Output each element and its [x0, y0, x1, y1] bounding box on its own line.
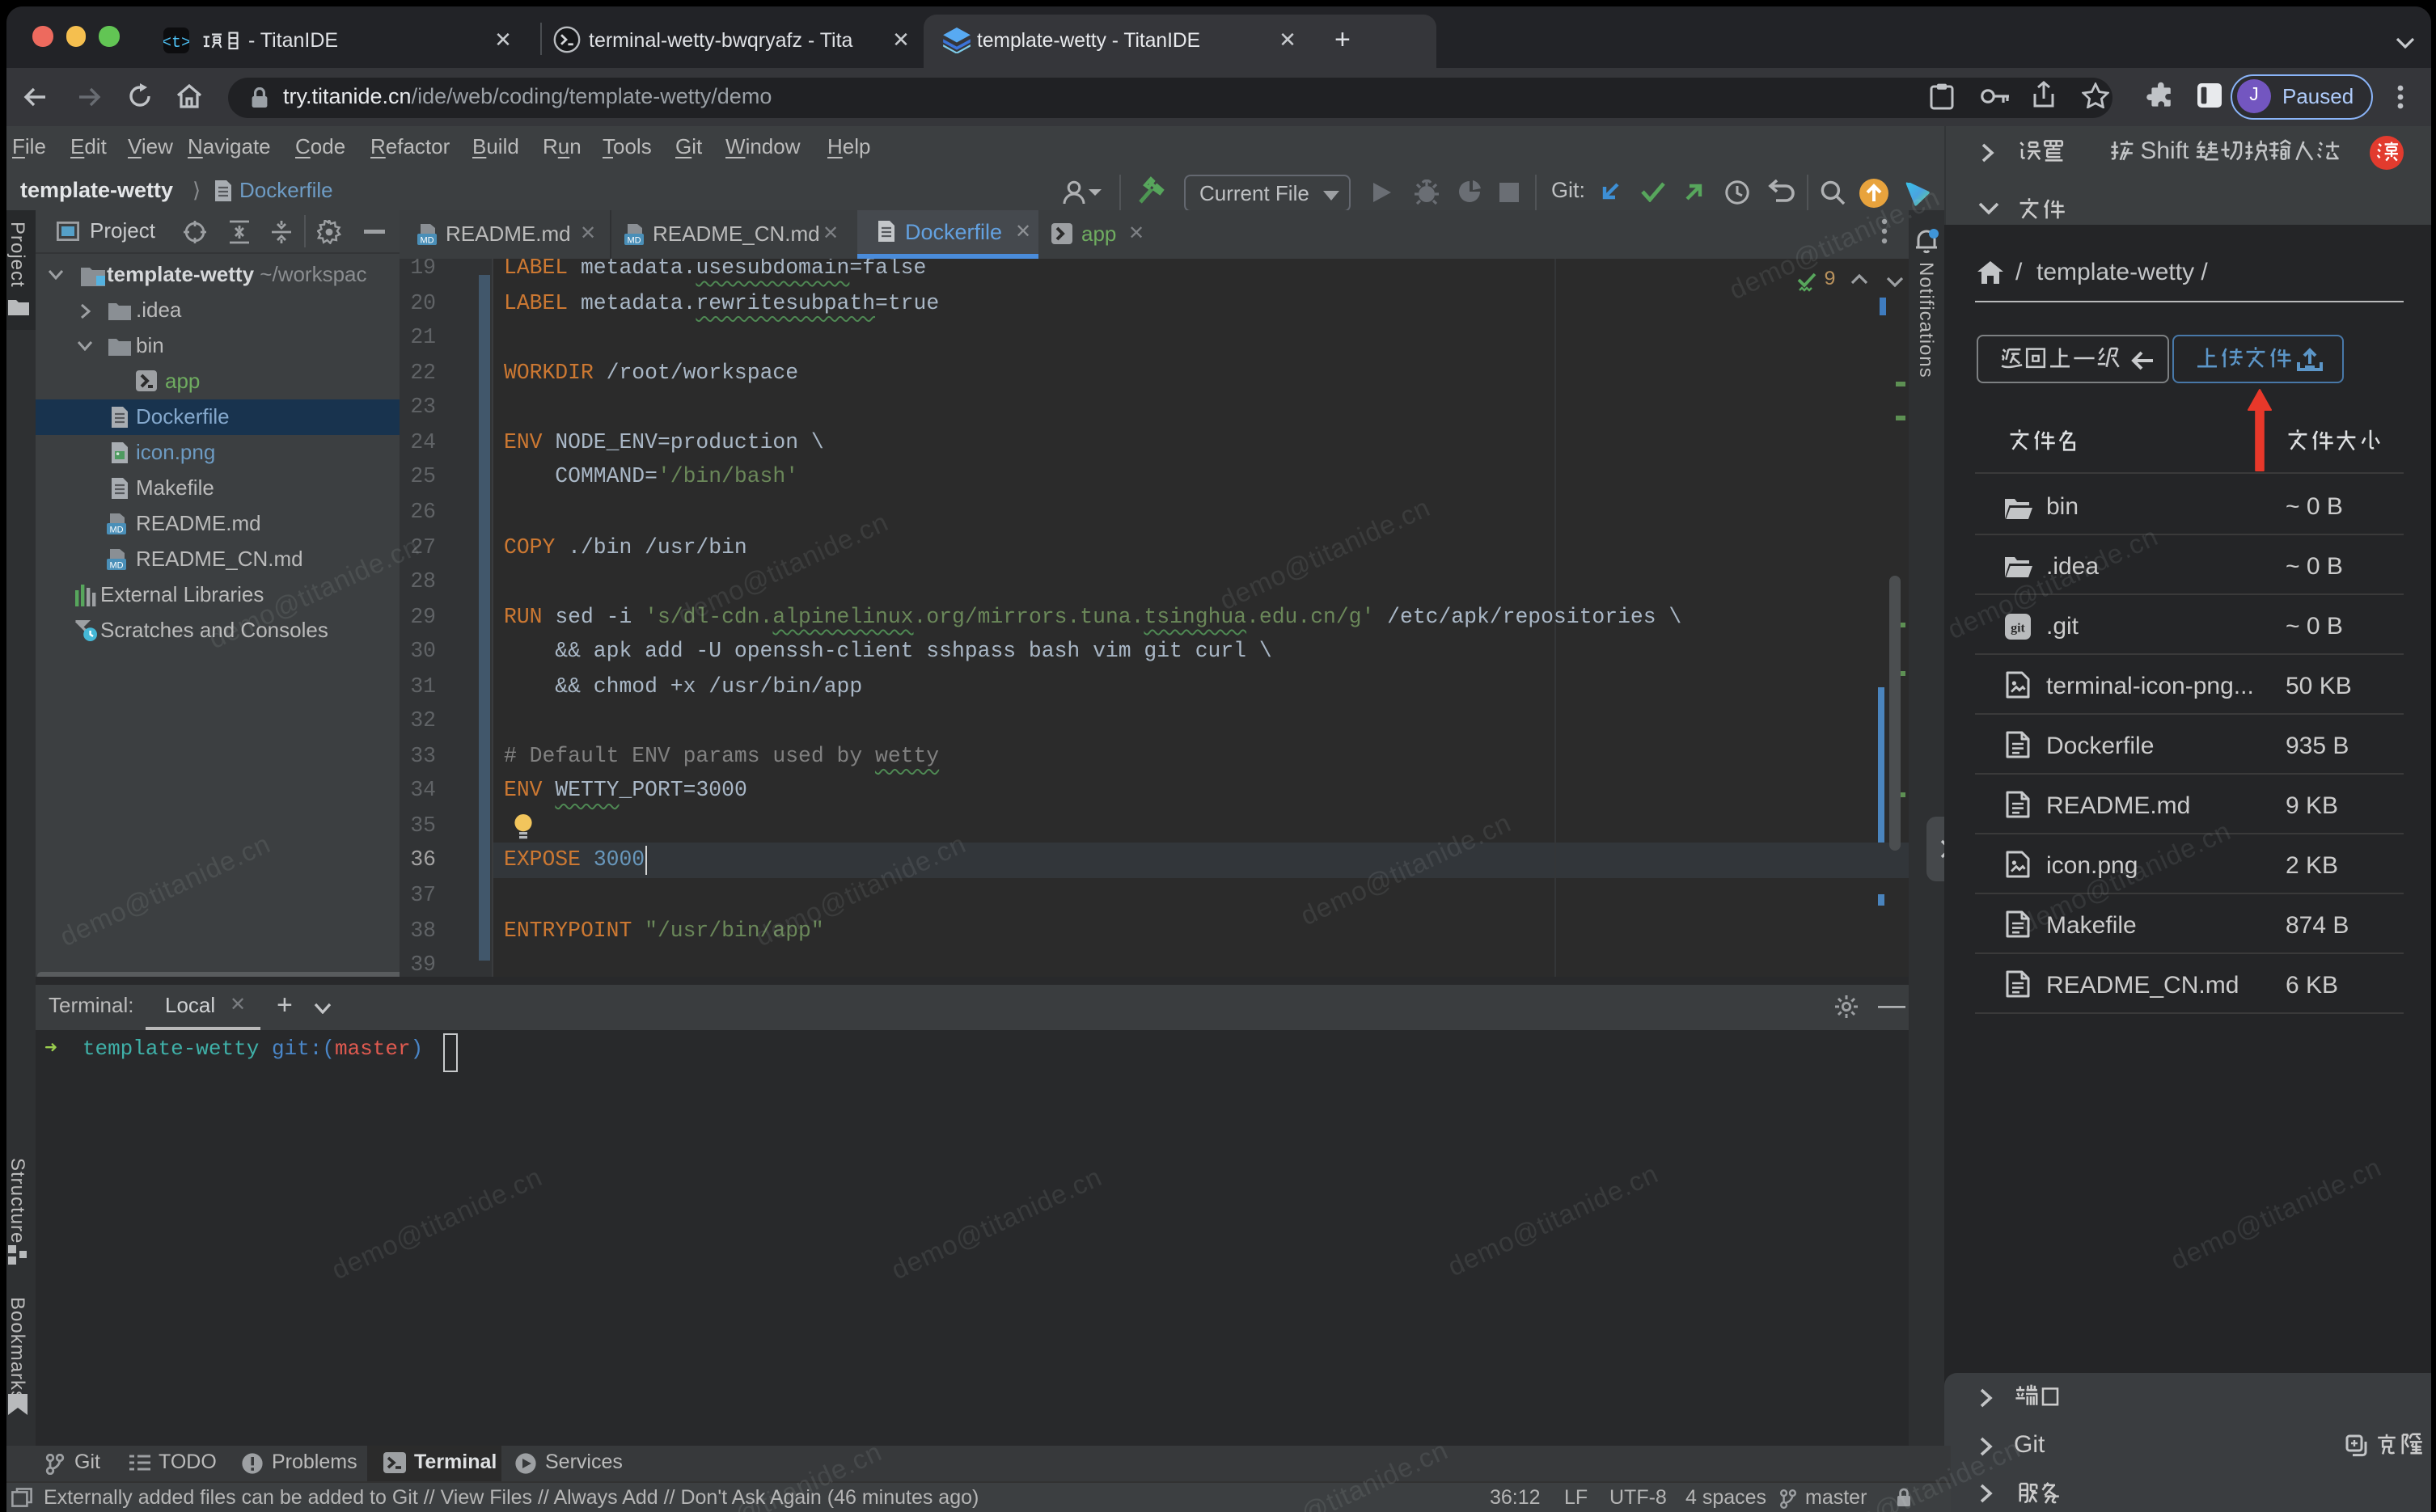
svg-text:MD: MD	[419, 235, 433, 245]
svg-text:MD: MD	[109, 560, 123, 569]
svg-text:git: git	[2011, 621, 2025, 635]
svg-text:MD: MD	[109, 524, 123, 534]
svg-text:MD: MD	[626, 235, 640, 245]
svg-text:<t>: <t>	[163, 34, 189, 53]
